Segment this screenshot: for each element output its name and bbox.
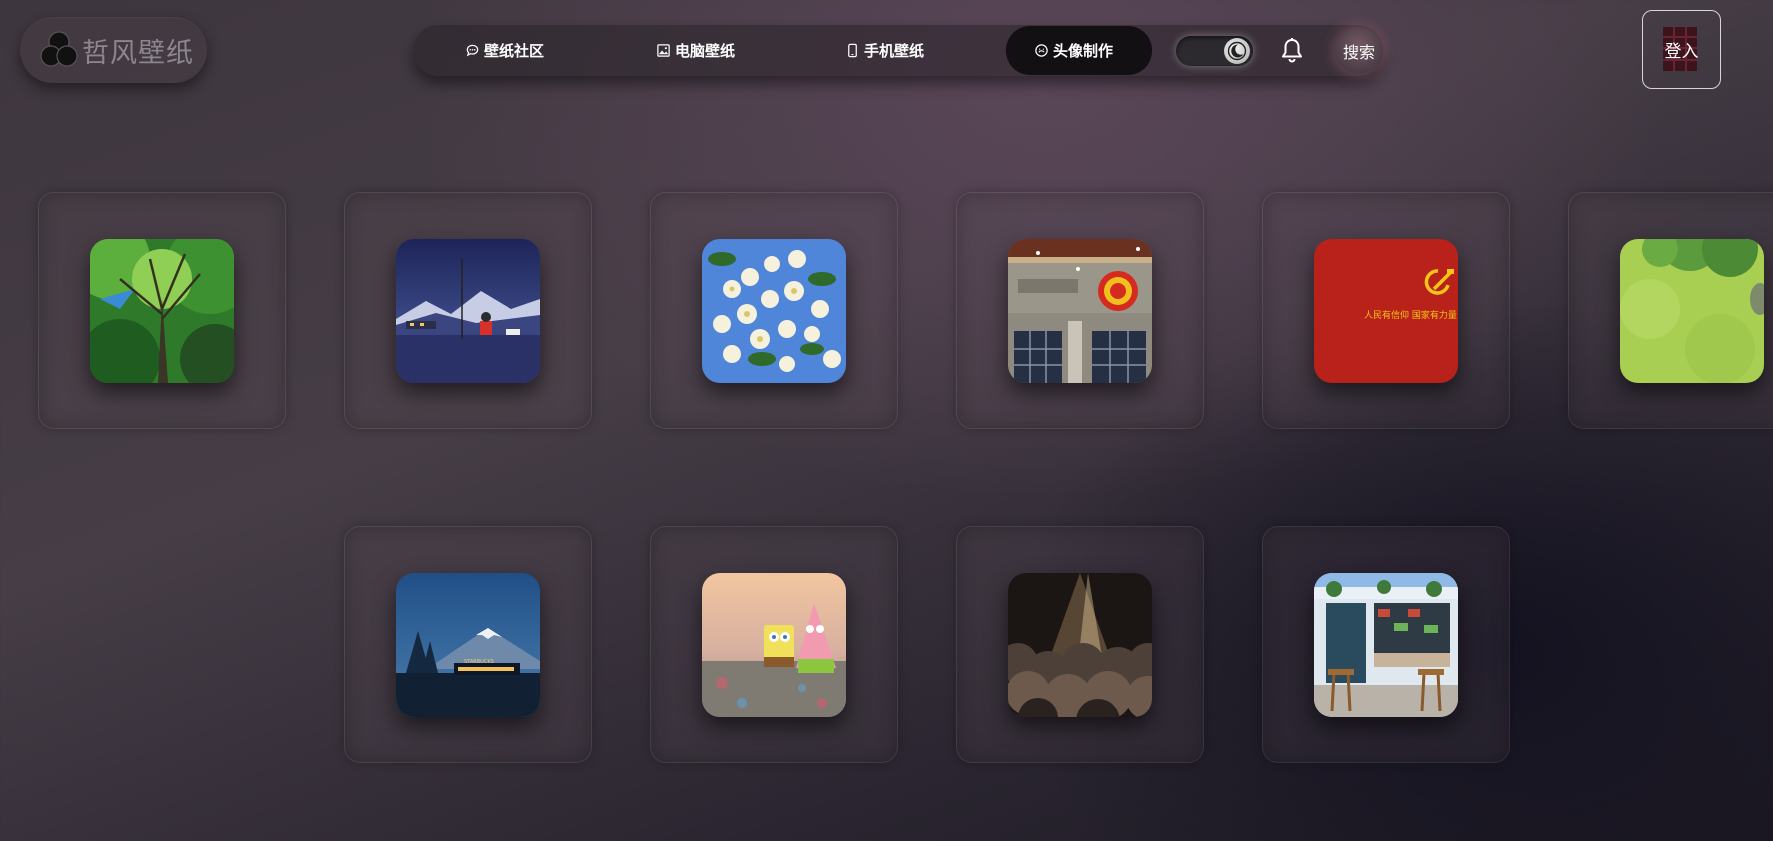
image-icon [657, 44, 670, 57]
wallpaper-thumbnail-clouds-sunlight [1008, 573, 1152, 717]
nav-item-phone-wallpaper[interactable]: 手机壁纸 [845, 26, 924, 75]
nav-item-label: 头像制作 [1053, 42, 1114, 60]
storefront-caption: STARBUCKS [464, 659, 494, 665]
wallpaper-thumbnail-green-meadow [1620, 239, 1764, 383]
wallpaper-thumbnail-forest [90, 239, 234, 383]
bell-icon[interactable] [1279, 37, 1305, 65]
toggle-knob [1224, 38, 1250, 64]
theme-toggle[interactable] [1176, 36, 1253, 66]
wallpaper-thumbnail-spongebob [702, 573, 846, 717]
wallpaper-card[interactable]: STARBUCKS [344, 526, 592, 763]
wallpaper-thumbnail-red-banner: 人民有信仰 国家有力量 [1314, 239, 1458, 383]
wallpaper-card[interactable] [38, 192, 286, 429]
wallpaper-thumbnail-fuji-dusk: STARBUCKS [396, 573, 540, 717]
chat-bubble-icon [466, 44, 479, 57]
nav-item-avatar-maker[interactable]: 头像制作 [1006, 26, 1152, 75]
nav-item-label: 壁纸社区 [484, 42, 545, 60]
nav-item-wallpaper-community[interactable]: 壁纸社区 [465, 26, 544, 75]
login-label: 登入 [1664, 42, 1699, 62]
wallpaper-card[interactable]: 人民有信仰 国家有力量 [1262, 192, 1510, 429]
wallpaper-card[interactable] [1262, 526, 1510, 763]
wallpaper-thumbnail-night-mountain [396, 239, 540, 383]
wallpaper-thumbnail-emblem-building [1008, 239, 1152, 383]
wallpaper-card[interactable] [1568, 192, 1773, 429]
nav-item-label: 手机壁纸 [864, 42, 925, 60]
nav-item-label: 电脑壁纸 [675, 42, 736, 60]
site-logo[interactable]: 哲风壁纸 [20, 17, 207, 83]
logo-text: 哲风壁纸 [82, 37, 194, 69]
banner-caption: 人民有信仰 国家有力量 [1364, 309, 1457, 321]
moon-icon [1227, 41, 1247, 61]
search-button[interactable]: 搜索 [1335, 27, 1383, 74]
wallpaper-thumbnail-blossoms [702, 239, 846, 383]
main-nav: 壁纸社区 电脑壁纸 手机壁纸 头像制作 搜索 [413, 25, 1383, 76]
wallpaper-thumbnail-street-cafe [1314, 573, 1458, 717]
smiley-icon [1035, 44, 1048, 57]
wallpaper-card[interactable] [650, 192, 898, 429]
phone-icon [848, 43, 857, 58]
wallpaper-card[interactable] [650, 526, 898, 763]
three-circles-logo-icon [40, 31, 78, 67]
wallpaper-card[interactable] [344, 192, 592, 429]
wallpaper-card[interactable] [956, 526, 1204, 763]
wallpaper-card[interactable] [956, 192, 1204, 429]
login-button[interactable]: 登入 [1642, 10, 1721, 89]
nav-item-desktop-wallpaper[interactable]: 电脑壁纸 [656, 26, 735, 75]
